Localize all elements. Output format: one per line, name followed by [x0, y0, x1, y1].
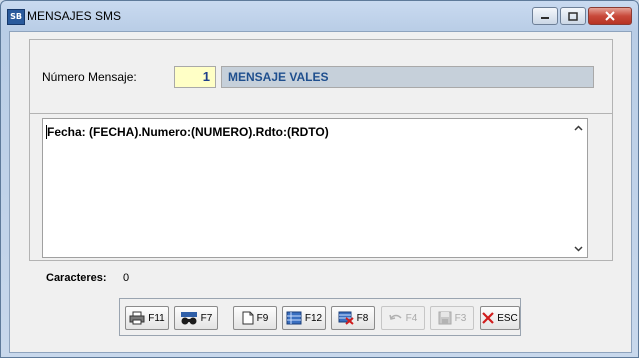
exit-button[interactable]: ESC	[480, 306, 520, 330]
scroll-up-button[interactable]	[570, 119, 587, 136]
new-document-icon	[242, 311, 254, 325]
maximize-button[interactable]	[560, 7, 586, 25]
numero-mensaje-label: Número Mensaje:	[42, 70, 137, 84]
vertical-scrollbar[interactable]	[570, 119, 587, 257]
numero-mensaje-field[interactable]: 1	[174, 66, 216, 88]
search-binoculars-icon	[180, 312, 197, 325]
edit-record-icon	[286, 311, 302, 325]
undo-key-label: F4	[405, 312, 418, 324]
printer-icon	[129, 311, 145, 325]
caracteres-label: Caracteres:	[46, 272, 107, 284]
exit-key-label: ESC	[497, 312, 518, 324]
search-key-label: F7	[200, 312, 213, 324]
minimize-icon	[541, 17, 549, 19]
save-button[interactable]: F3	[430, 306, 474, 330]
edit-button[interactable]: F12	[282, 306, 326, 330]
chevron-up-icon	[574, 124, 583, 131]
header-panel: Número Mensaje: 1 MENSAJE VALES	[29, 39, 613, 114]
delete-button[interactable]: F8	[331, 306, 375, 330]
print-key-label: F11	[148, 312, 165, 324]
title-bar[interactable]: SB MENSAJES SMS	[1, 1, 638, 31]
save-key-label: F3	[454, 312, 467, 324]
maximize-icon	[568, 11, 578, 21]
search-button[interactable]: F7	[174, 306, 218, 330]
message-panel: Fecha: (FECHA).Numero:(NUMERO).Rdto:(RDT…	[29, 113, 613, 261]
window-title: MENSAJES SMS	[27, 9, 122, 23]
new-button[interactable]: F9	[233, 306, 277, 330]
client-area: Número Mensaje: 1 MENSAJE VALES Fecha: (…	[9, 31, 632, 353]
undo-button[interactable]: F4	[381, 306, 425, 330]
delete-key-label: F8	[356, 312, 369, 324]
chevron-down-icon	[574, 245, 583, 252]
new-key-label: F9	[256, 312, 269, 324]
close-button[interactable]	[588, 7, 632, 25]
message-body-textarea[interactable]: Fecha: (FECHA).Numero:(NUMERO).Rdto:(RDT…	[42, 118, 588, 258]
window-controls	[532, 7, 632, 25]
print-button[interactable]: F11	[125, 306, 169, 330]
message-body-text: Fecha: (FECHA).Numero:(NUMERO).Rdto:(RDT…	[47, 125, 329, 139]
action-toolbar: F11 F7 F9 F12 F8 F4 F3 ESC	[119, 298, 521, 336]
save-disk-icon	[438, 311, 452, 325]
mensajes-sms-window: SB MENSAJES SMS Número Mensaje: 1 MENSAJ…	[0, 0, 639, 358]
minimize-button[interactable]	[532, 7, 558, 25]
undo-icon	[388, 314, 402, 320]
close-icon	[605, 11, 615, 21]
app-logo-icon: SB	[7, 9, 25, 25]
mensaje-name-field: MENSAJE VALES	[221, 66, 594, 88]
exit-x-icon	[482, 312, 494, 324]
delete-record-icon	[338, 311, 354, 325]
scroll-down-button[interactable]	[570, 240, 587, 257]
caracteres-count: 0	[123, 272, 130, 284]
edit-key-label: F12	[304, 312, 323, 324]
